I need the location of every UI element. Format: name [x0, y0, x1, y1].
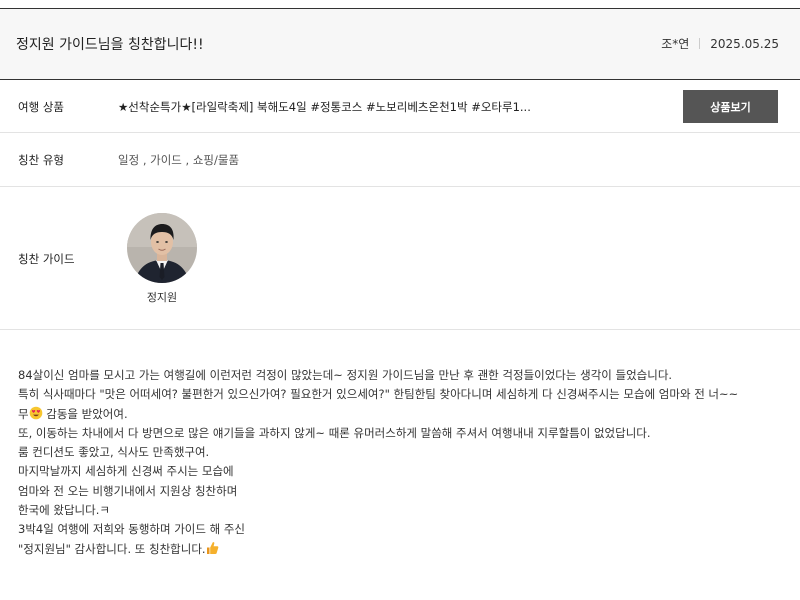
content-line: 엄마와 전 오는 비행기내에서 지원상 칭찬하며 [18, 483, 238, 498]
content-line: 또, 이동하는 차내에서 다 방면으로 많은 얘기들을 과하지 않게~ 때론 유… [18, 425, 651, 440]
content-line: 특히 식사때마다 "맛은 어떠세여? 불편한거 있으신가여? 필요한거 있으세여… [18, 387, 739, 402]
content-line: 무 감동을 받았어여. [18, 405, 788, 424]
content-text: 감동을 받았어여. [42, 406, 128, 421]
review-date: 2025.05.25 [710, 36, 779, 51]
heart-eyes-emoji-icon [29, 406, 43, 426]
product-label: 여행 상품 [18, 100, 64, 114]
content-line: 84살이신 엄마를 모시고 가는 여행길에 이런저런 걱정이 많았는데~ 정지원… [18, 368, 673, 382]
review-author: 조*연 [661, 37, 690, 51]
praise-type-label: 칭찬 유형 [18, 153, 64, 167]
header-divider [0, 79, 800, 80]
guide-avatar [127, 213, 197, 283]
content-text: 무 [18, 406, 29, 421]
guide-label: 칭찬 가이드 [18, 252, 75, 266]
content-line: 한국에 왔답니다.ㅋ [18, 503, 110, 518]
guide-portrait-icon [127, 213, 197, 283]
row-divider [0, 186, 800, 187]
meta-divider [699, 38, 701, 49]
content-text: "정지원님" 감사합니다. 또 칭찬합니다. [18, 541, 206, 556]
thumbs-up-emoji-icon [206, 541, 219, 561]
guide-name: 정지원 [146, 291, 178, 304]
content-line: 3박4일 여행에 저희와 동행하며 가이드 해 주신 [18, 522, 246, 537]
row-divider [0, 132, 800, 133]
praise-type-value: 일정 , 가이드 , 쇼핑/물품 [118, 153, 240, 167]
row-divider [0, 329, 800, 330]
review-content: 84살이신 엄마를 모시고 가는 여행길에 이런저런 걱정이 많았는데~ 정지원… [18, 366, 788, 559]
content-line: 룸 컨디션도 좋았고, 식사도 만족했구여. [18, 445, 210, 460]
content-line: "정지원님" 감사합니다. 또 칭찬합니다. [18, 540, 788, 559]
review-header: 정지원 가이드님을 칭찬합니다!! 조*연 2025.05.25 [0, 9, 800, 79]
product-name[interactable]: ★선착순특가★[라일락축제] 북해도4일 #정통코스 #노보리베츠온천1박 #오… [118, 99, 531, 115]
review-meta: 조*연 2025.05.25 [661, 35, 779, 52]
view-product-button[interactable]: 상품보기 [683, 90, 778, 123]
review-title: 정지원 가이드님을 칭찬합니다!! [16, 37, 204, 53]
content-line: 마지막날까지 세심하게 신경써 주시는 모습에 [18, 464, 234, 479]
